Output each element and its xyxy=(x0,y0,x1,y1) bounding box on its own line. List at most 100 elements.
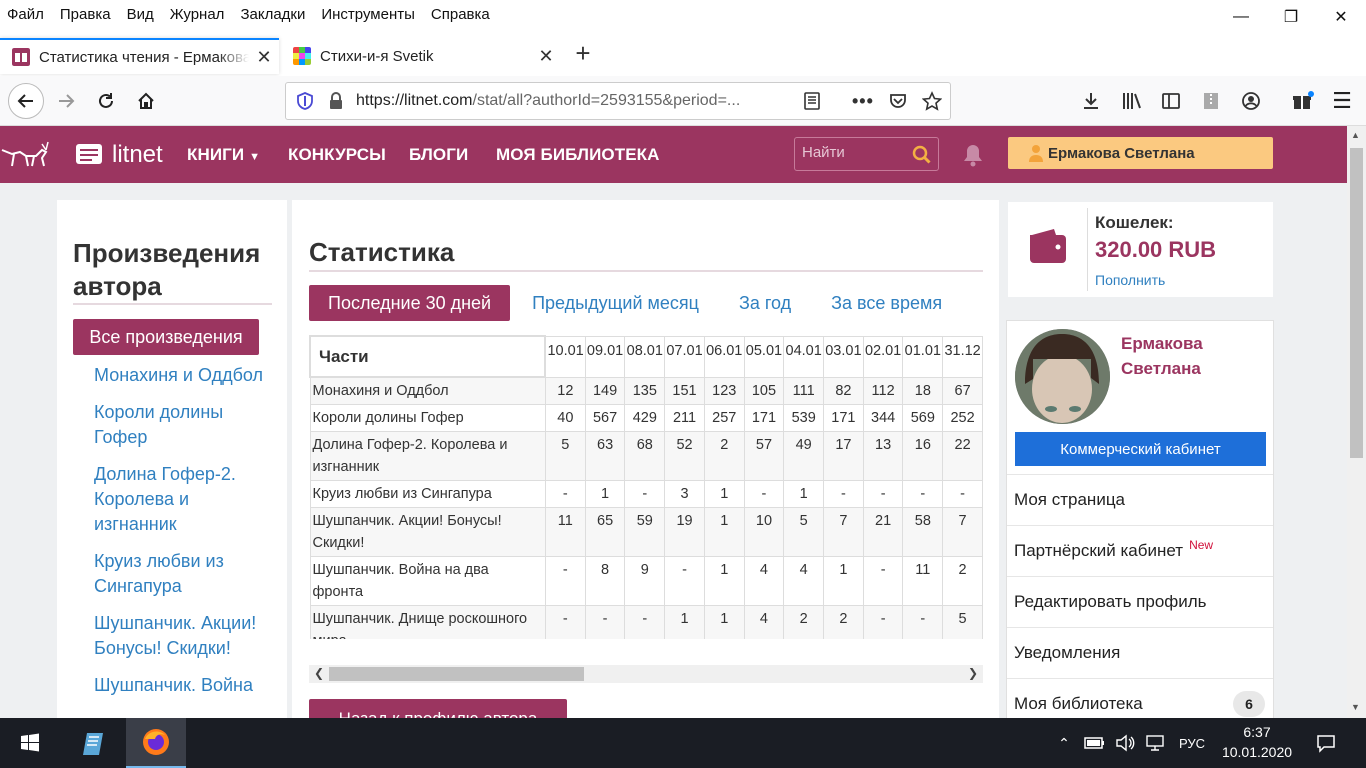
scrollbar-thumb[interactable] xyxy=(1350,148,1363,458)
sidebar-icon[interactable] xyxy=(1161,91,1181,111)
clock[interactable]: 6:37 10.01.2020 xyxy=(1215,722,1299,762)
table-cell: 1 xyxy=(823,556,864,606)
table-cell: 58 xyxy=(902,507,944,557)
close-tab-icon[interactable]: ✕ xyxy=(531,46,561,67)
firefox-app-icon[interactable] xyxy=(126,718,186,768)
nav-books[interactable]: КНИГИ ▼ xyxy=(187,145,260,165)
url-bar[interactable]: https://litnet.com/stat/all?authorId=259… xyxy=(285,82,951,120)
menu-history[interactable]: Журнал xyxy=(162,6,233,23)
close-tab-icon[interactable]: ✕ xyxy=(249,47,279,68)
work-link[interactable]: Короли долины Гофер xyxy=(94,400,274,450)
scroll-up-icon[interactable]: ▲ xyxy=(1351,130,1360,140)
tab-stats[interactable]: Статистика чтения - Ермакова Светлана ✕ xyxy=(0,38,279,74)
tracking-protection-icon[interactable] xyxy=(296,92,314,110)
all-works-button[interactable]: Все произведения xyxy=(73,319,259,355)
pocket-icon[interactable] xyxy=(888,91,908,111)
back-to-profile-button[interactable]: Назад к профилю автора xyxy=(309,699,567,718)
table-cell: 22 xyxy=(942,431,983,481)
table-row: Монахиня и Оддбол 12 149 135 151 123 105 111 82 1… xyxy=(309,376,983,405)
menu-bookmarks[interactable]: Закладки xyxy=(232,6,313,23)
nav-blogs[interactable]: БЛОГИ xyxy=(409,145,468,165)
whats-new-icon[interactable] xyxy=(1292,91,1314,111)
menu-edit-profile[interactable]: Редактировать профиль xyxy=(1007,576,1273,627)
home-icon[interactable] xyxy=(130,85,162,117)
menu-view[interactable]: Вид xyxy=(119,6,162,23)
commercial-cabinet-button[interactable]: Коммерческий кабинет xyxy=(1015,432,1266,466)
menu-my-library[interactable]: Моя библиотека 6 xyxy=(1007,678,1273,718)
hamburger-menu-icon[interactable]: ☰ xyxy=(1326,85,1358,117)
topup-link[interactable]: Пополнить xyxy=(1095,272,1165,288)
wallet-amount: 320.00 RUB xyxy=(1095,237,1217,262)
volume-icon[interactable] xyxy=(1112,718,1138,768)
scroll-right-icon[interactable]: ❯ xyxy=(968,666,978,680)
new-tab-icon[interactable]: + xyxy=(568,38,598,68)
minimize-icon[interactable]: — xyxy=(1216,0,1266,34)
menu-label: Уведомления xyxy=(1014,643,1121,662)
search-input[interactable]: Найти xyxy=(794,137,939,171)
notification-center-icon[interactable] xyxy=(1304,718,1348,768)
menu-tools[interactable]: Инструменты xyxy=(313,6,423,23)
work-link[interactable]: Монахиня и Оддбол xyxy=(94,363,274,388)
bookmark-star-icon[interactable] xyxy=(922,91,942,111)
table-cell: 2 xyxy=(783,605,825,639)
work-link[interactable]: Круиз любви из Сингапура xyxy=(94,549,274,599)
reload-icon[interactable] xyxy=(90,85,122,117)
extension-zip-icon[interactable] xyxy=(1201,91,1221,111)
site-logo-text[interactable]: litnet xyxy=(112,141,163,169)
table-cell: 82 xyxy=(823,376,864,405)
vertical-scrollbar[interactable]: ▲ ▼ xyxy=(1347,126,1366,718)
tab-all-time[interactable]: За все время xyxy=(831,293,942,314)
menu-notifications[interactable]: Уведомления xyxy=(1007,627,1273,678)
nav-contests[interactable]: КОНКУРСЫ xyxy=(288,145,386,165)
menu-help[interactable]: Справка xyxy=(423,6,498,23)
work-link[interactable]: Шушпанчик. Акции! Бонусы! Скидки! xyxy=(94,611,274,661)
restore-icon[interactable]: ❐ xyxy=(1266,0,1316,34)
work-link[interactable]: Долина Гофер-2. Королева и изгнанник xyxy=(94,462,274,537)
scroll-left-icon[interactable]: ❮ xyxy=(314,666,324,680)
table-cell: 7 xyxy=(823,507,864,557)
battery-icon[interactable] xyxy=(1082,718,1108,768)
account-icon[interactable] xyxy=(1241,91,1261,111)
library-icon[interactable] xyxy=(1121,91,1143,111)
tab-poems[interactable]: Стихи-и-я Svetik ✕ xyxy=(281,38,561,74)
back-icon[interactable] xyxy=(8,83,44,119)
language-indicator[interactable]: РУС xyxy=(1172,718,1212,768)
windows-start-icon[interactable] xyxy=(0,718,60,768)
lock-icon[interactable] xyxy=(328,92,344,110)
url-text[interactable]: https://litnet.com/stat/all?authorId=259… xyxy=(356,92,776,110)
search-icon[interactable] xyxy=(912,145,932,165)
forward-icon[interactable] xyxy=(50,85,82,117)
nav-my-library[interactable]: МОЯ БИБЛИОТЕКА xyxy=(496,145,659,165)
table-cell: 429 xyxy=(624,404,666,432)
menu-partner-cabinet[interactable]: Партнёрский кабинет New xyxy=(1007,525,1273,576)
profile-name[interactable]: Ермакова Светлана xyxy=(1121,331,1203,381)
scrollbar-thumb[interactable] xyxy=(329,667,584,681)
reindeer-logo-icon[interactable] xyxy=(0,136,110,176)
notepad-app-icon[interactable] xyxy=(65,718,125,768)
close-window-icon[interactable]: ✕ xyxy=(1316,0,1366,34)
user-menu-button[interactable]: Ермакова Светлана xyxy=(1008,137,1273,169)
stats-table-container[interactable]: Части 10.01 09.01 08.01 07.01 06.01 05.01 04.0… xyxy=(309,335,983,639)
table-cell: - xyxy=(862,556,904,606)
menu-file[interactable]: Файл xyxy=(0,6,52,23)
column-header-date: 03.01 xyxy=(823,335,864,378)
reader-view-icon[interactable] xyxy=(802,91,822,111)
work-link[interactable]: Шушпанчик. Война xyxy=(94,673,274,698)
colorful-favicon-icon xyxy=(293,47,311,65)
bell-icon[interactable] xyxy=(962,143,984,167)
downloads-icon[interactable] xyxy=(1081,91,1101,111)
network-icon[interactable] xyxy=(1142,718,1168,768)
tab-last-30-days[interactable]: Последние 30 дней xyxy=(309,285,511,321)
table-cell: 2 xyxy=(823,605,864,639)
page-actions-icon[interactable]: ••• xyxy=(852,91,874,112)
avatar[interactable] xyxy=(1015,329,1110,424)
tray-expand-icon[interactable]: ⌃ xyxy=(1052,718,1076,768)
horizontal-scrollbar[interactable]: ❮ ❯ xyxy=(309,665,983,683)
tab-year[interactable]: За год xyxy=(739,293,791,314)
tab-previous-month[interactable]: Предыдущий месяц xyxy=(532,293,699,314)
divider xyxy=(1087,208,1088,291)
menu-edit[interactable]: Правка xyxy=(52,6,119,23)
stats-table: Части 10.01 09.01 08.01 07.01 06.01 05.01 04.0… xyxy=(309,335,983,639)
menu-my-page[interactable]: Моя страница xyxy=(1007,474,1273,525)
scroll-down-icon[interactable]: ▼ xyxy=(1351,702,1360,712)
